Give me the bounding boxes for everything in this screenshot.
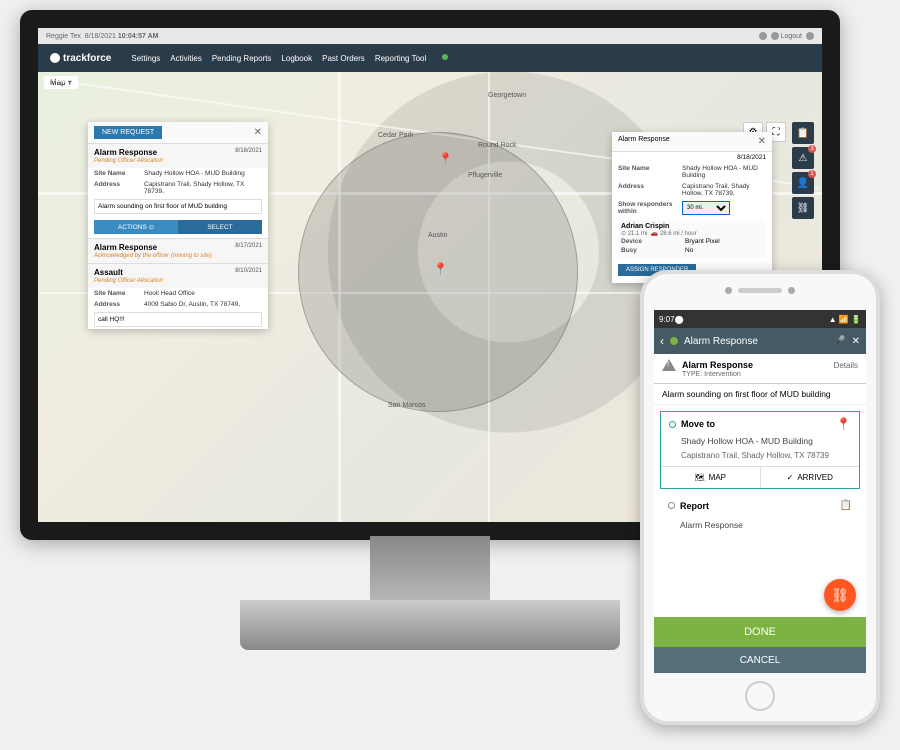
speaker: [738, 288, 782, 293]
alarm-title: Alarm Response: [682, 360, 753, 370]
report-subtitle: Alarm Response: [654, 520, 866, 530]
select-button[interactable]: SELECT: [178, 220, 262, 234]
radius-select[interactable]: 30 mi.: [682, 201, 730, 215]
user-name: Reggie Tex: [46, 33, 81, 40]
close-icon[interactable]: ✕: [254, 127, 262, 138]
panel-date: 8/18/2021: [737, 154, 766, 161]
nav-reporting-tool[interactable]: Reporting Tool: [375, 54, 426, 63]
rail-clipboard-icon[interactable]: 📋: [792, 122, 814, 144]
request-date: 8/18/2021: [235, 148, 262, 154]
responder-name: Adrian Crispin: [621, 223, 763, 230]
move-site: Shady Hollow HOA - MUD Building: [661, 436, 859, 451]
city-label: Round Rock: [478, 142, 517, 149]
request-date: 8/10/2021: [235, 268, 262, 274]
arrived-button[interactable]: ✓ ARRIVED: [761, 467, 860, 488]
response-detail-panel: Alarm Response ✕ 8/18/2021 Site NameShad…: [612, 132, 772, 283]
request-list-panel: NEW REQUEST ✕ Alarm Response 8/18/2021 P…: [88, 122, 268, 329]
warning-icon: [662, 359, 676, 371]
request-status: Pending Officer Allocation: [94, 278, 163, 284]
mobile-device: 9:07 ⬤ ▲ 📶 🔋 ‹ Alarm Response 🎤 ✕ Alarm R…: [640, 270, 880, 725]
map-pin[interactable]: 📍: [433, 262, 448, 276]
status-icon[interactable]: [771, 32, 779, 40]
mic-icon[interactable]: 🎤: [833, 336, 845, 347]
request-note: call HQ!!!: [94, 312, 262, 327]
close-icon[interactable]: ✕: [758, 136, 766, 147]
responder-card[interactable]: Adrian Crispin ⊙ 21.1 mi 🚗 28.6 mi / hou…: [618, 220, 766, 258]
actions-button[interactable]: ACTIONS ⊙: [94, 220, 178, 234]
request-note: Alarm sounding on first floor of MUD bui…: [94, 199, 262, 214]
tools-icon[interactable]: ✕: [852, 336, 860, 347]
request-status: Acknowledged by the officer (moving to s…: [94, 253, 212, 259]
home-button[interactable]: [745, 681, 775, 711]
request-title: Alarm Response: [94, 148, 157, 157]
report-label: Report: [680, 501, 709, 511]
step-bullet-icon: [669, 421, 676, 428]
status-time: 10:04:57 AM: [118, 33, 159, 40]
desktop-statusbar: Reggie Tex 8/18/2021 10:04:57 AM Logout: [38, 28, 822, 44]
brand-logo[interactable]: trackforce: [50, 53, 111, 64]
cancel-button[interactable]: CANCEL: [654, 647, 866, 673]
sensor-icon: [788, 287, 795, 294]
city-label: Cedar Park: [378, 132, 413, 139]
city-label: Pflugerville: [468, 172, 502, 179]
request-title: Alarm Response: [94, 243, 157, 252]
done-button[interactable]: DONE: [654, 617, 866, 647]
fab-button[interactable]: ⛓: [824, 579, 856, 611]
nav-past-orders[interactable]: Past Orders: [322, 54, 365, 63]
power-icon[interactable]: [806, 32, 814, 40]
status-icon[interactable]: [759, 32, 767, 40]
map-button[interactable]: 🗺 MAP: [661, 467, 761, 488]
new-request-button[interactable]: NEW REQUEST: [94, 126, 162, 139]
city-label: Georgetown: [488, 92, 526, 99]
rail-site-icon[interactable]: ⛓: [792, 197, 814, 219]
nav-settings[interactable]: Settings: [131, 54, 160, 63]
back-icon[interactable]: ‹: [660, 334, 664, 348]
details-link[interactable]: Details: [834, 361, 858, 370]
request-title: Assault: [94, 268, 123, 277]
pin-icon[interactable]: 📍: [836, 417, 851, 431]
panel-title: Alarm Response: [618, 136, 670, 147]
map-pin[interactable]: 📍: [438, 152, 453, 166]
brand-icon: [50, 53, 60, 63]
alarm-description: Alarm sounding on first floor of MUD bui…: [654, 384, 866, 405]
mobile-statusbar: 9:07 ⬤ ▲ 📶 🔋: [654, 310, 866, 328]
rail-alert-icon[interactable]: ⚠3: [792, 147, 814, 169]
move-to-label: Move to: [681, 419, 715, 429]
logout-link[interactable]: Logout: [781, 33, 802, 40]
status-dot-icon: [670, 337, 678, 345]
main-nav: trackforce Settings Activities Pending R…: [38, 44, 822, 72]
city-label: Austin: [428, 232, 447, 239]
alarm-type: TYPE: Intervention: [682, 371, 858, 378]
clipboard-icon[interactable]: 📋: [840, 500, 852, 511]
step-bullet-icon: [668, 502, 675, 509]
nav-status-dot: [442, 54, 448, 60]
request-status: Pending Officer Allocation: [94, 158, 163, 164]
move-address: Capistrano Trail, Shady Hollow, TX 78739: [661, 451, 859, 466]
rail-user-icon[interactable]: 👤1: [792, 172, 814, 194]
nav-logbook[interactable]: Logbook: [281, 54, 312, 63]
nav-pending-reports[interactable]: Pending Reports: [212, 54, 272, 63]
status-date: 8/18/2021: [85, 33, 116, 40]
mobile-header: ‹ Alarm Response 🎤 ✕: [654, 328, 866, 354]
city-label: San Marcos: [388, 402, 425, 409]
request-date: 8/17/2021: [235, 243, 262, 249]
camera-icon: [725, 287, 732, 294]
header-title: Alarm Response: [684, 336, 758, 347]
move-to-card: Move to 📍 Shady Hollow HOA - MUD Buildin…: [660, 411, 860, 489]
nav-activities[interactable]: Activities: [170, 54, 202, 63]
